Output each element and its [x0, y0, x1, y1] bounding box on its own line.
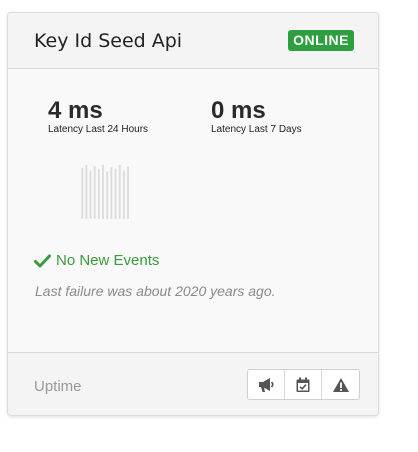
metric-latency-7d: 0 ms Latency Last 7 Days [211, 97, 302, 136]
sparkline-bar [81, 167, 84, 219]
events-text: No New Events [56, 252, 160, 269]
warning-icon [332, 377, 349, 392]
last-failure-text: Last failure was about 2020 years ago. [35, 283, 276, 299]
megaphone-icon [259, 377, 274, 392]
metric-value: 4 ms [48, 97, 103, 124]
sparkline-bar [85, 165, 88, 219]
events-status: No New Events [34, 252, 159, 269]
incident-button[interactable] [322, 370, 359, 399]
sparkline-bar [97, 169, 100, 219]
metric-value: 0 ms [211, 97, 266, 124]
card-footer: Uptime [8, 352, 378, 415]
sparkline-bar [122, 170, 125, 219]
sparkline-bar [106, 171, 109, 219]
schedule-button[interactable] [285, 370, 322, 399]
latency-sparkline [81, 165, 129, 219]
calendar-check-icon [296, 377, 310, 392]
metric-label: Latency Last 7 Days [211, 124, 302, 135]
metric-latency-24h: 4 ms Latency Last 24 Hours [48, 97, 149, 136]
sparkline-bar [89, 170, 92, 219]
check-icon [34, 254, 51, 267]
metric-label: Latency Last 24 Hours [48, 124, 149, 135]
action-button-group [247, 369, 360, 400]
uptime-label: Uptime [34, 378, 82, 395]
sparkline-bar [114, 168, 117, 219]
sparkline-bar [93, 166, 96, 219]
sparkline-bar [110, 167, 113, 219]
status-badge: ONLINE [288, 30, 354, 51]
card-title: Key Id Seed Api [34, 30, 183, 52]
sparkline-bar [127, 166, 129, 219]
sparkline-bar [118, 165, 121, 219]
announcement-button[interactable] [248, 370, 285, 399]
card-header: Key Id Seed Api ONLINE [8, 13, 378, 69]
service-card: Key Id Seed Api ONLINE 4 ms Latency Last… [7, 12, 379, 416]
sparkline-bar [102, 165, 104, 219]
